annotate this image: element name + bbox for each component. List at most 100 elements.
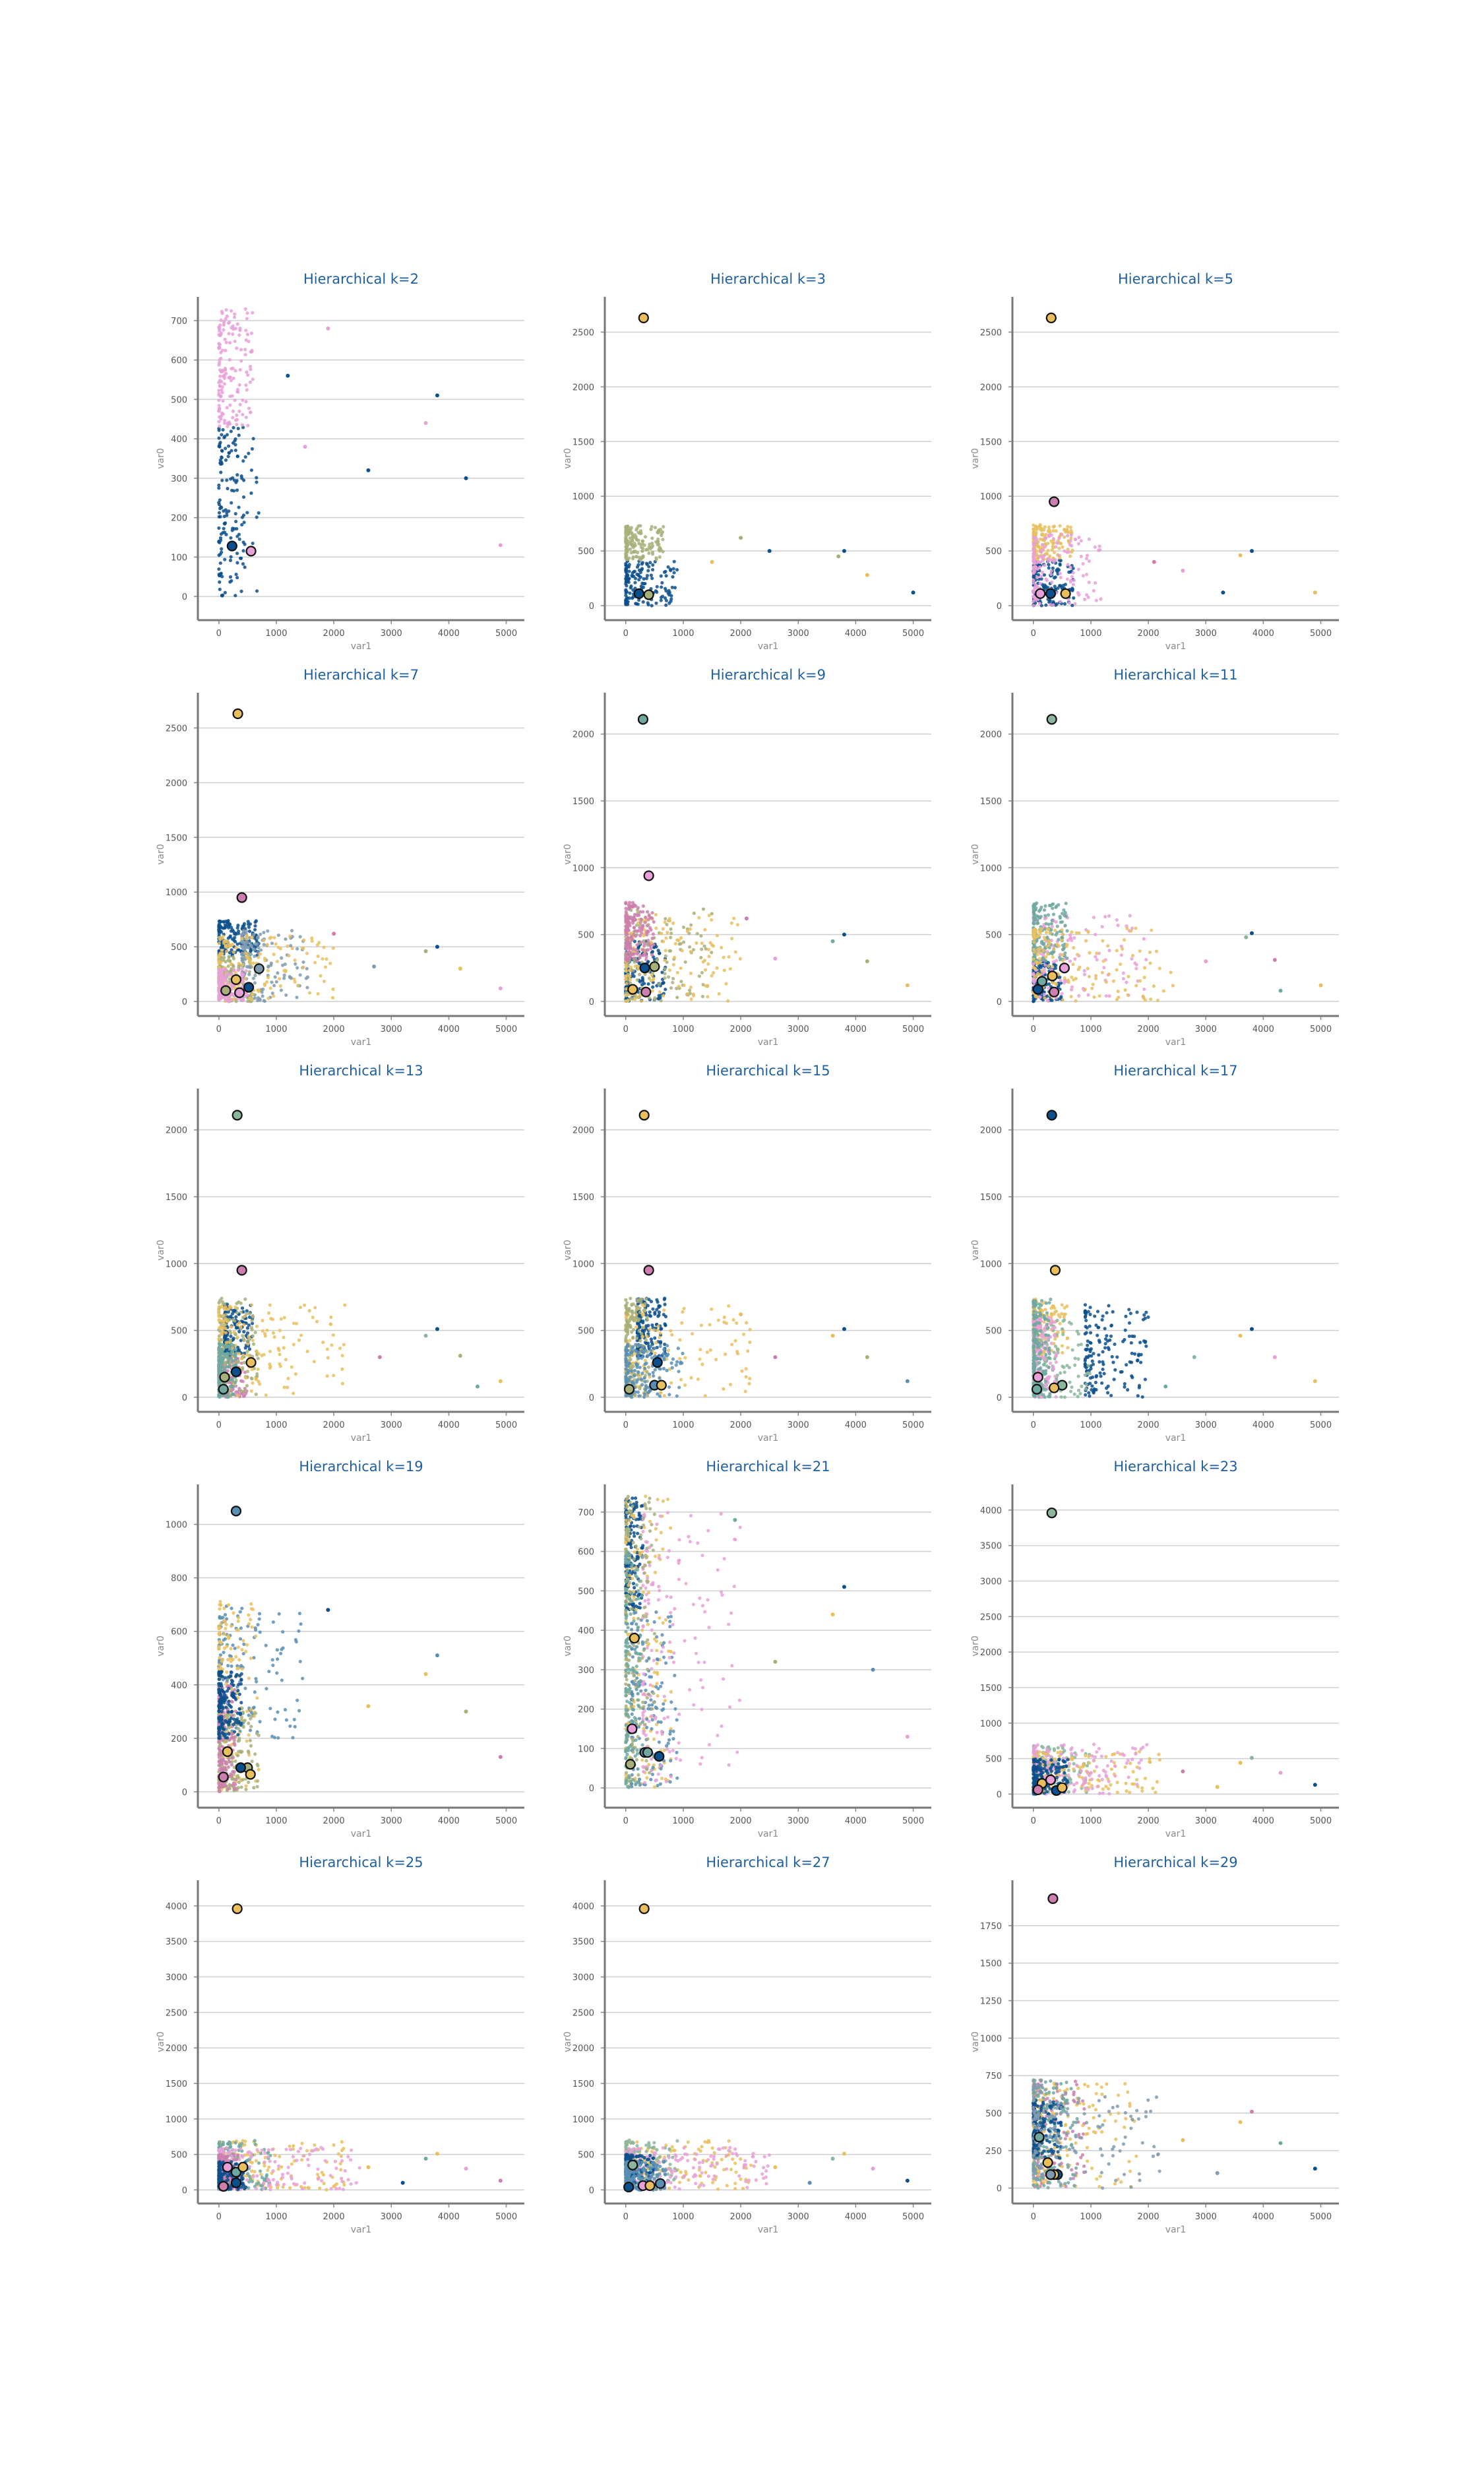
- y-axis-label: var0: [563, 844, 573, 865]
- cluster-point: [247, 1315, 251, 1319]
- x-tick-label: 5000: [495, 1420, 517, 1430]
- cluster-point: [228, 575, 233, 579]
- cluster-point: [237, 383, 241, 387]
- cluster-point: [1064, 901, 1068, 905]
- cluster-point: [228, 403, 232, 407]
- cluster-point: [630, 538, 634, 542]
- cluster-point: [224, 308, 228, 312]
- cluster-point: [1115, 968, 1119, 972]
- cluster-point: [641, 1319, 645, 1323]
- cluster-point: [624, 910, 628, 914]
- cluster-point: [664, 598, 669, 602]
- x-axis-label: var1: [351, 1433, 372, 1443]
- cluster-point: [625, 1334, 629, 1338]
- cluster-point: [627, 580, 631, 585]
- cluster-point: [263, 959, 267, 963]
- cluster-point: [633, 998, 637, 1001]
- cluster-point: [638, 910, 642, 914]
- y-axis-label: var0: [156, 844, 166, 865]
- cluster-point: [282, 1316, 286, 1319]
- cluster-point: [1044, 603, 1048, 607]
- cluster-point: [628, 547, 633, 551]
- cluster-point: [292, 1343, 295, 1347]
- cluster-point: [1070, 575, 1074, 579]
- cluster-point: [700, 1362, 704, 1366]
- cluster-point: [217, 953, 221, 957]
- cluster-point: [235, 561, 239, 565]
- cluster-point: [1138, 949, 1142, 953]
- cluster-point: [239, 971, 244, 975]
- x-tick-label: 4000: [1252, 629, 1274, 639]
- cluster-point: [1049, 951, 1053, 955]
- cluster-point: [1043, 937, 1047, 941]
- cluster-point: [1143, 998, 1147, 1002]
- cluster-point: [637, 913, 641, 917]
- cluster-point: [242, 1323, 246, 1327]
- cluster-point: [633, 1348, 637, 1352]
- y-tick-label: 2000: [980, 730, 1002, 740]
- cluster-point: [251, 1342, 256, 1346]
- cluster-point: [631, 574, 634, 579]
- cluster-point: [641, 904, 645, 908]
- cluster-point: [661, 927, 665, 931]
- cluster-point: [217, 567, 221, 571]
- cluster-point: [633, 918, 638, 922]
- x-tick-label: 4000: [845, 1025, 867, 1034]
- cluster-point: [639, 1343, 643, 1347]
- cluster-point: [640, 562, 644, 566]
- cluster-point: [250, 1327, 254, 1332]
- cluster-point: [700, 941, 704, 945]
- cluster-point: [644, 1338, 648, 1342]
- cluster-point: [247, 451, 251, 455]
- cluster-point: [735, 923, 740, 927]
- cluster-point: [630, 1350, 634, 1354]
- cluster-point: [640, 1331, 644, 1336]
- cluster-point: [1048, 558, 1052, 562]
- cluster-point: [663, 976, 667, 980]
- cluster-point: [689, 997, 693, 1001]
- cluster-point: [657, 1310, 662, 1314]
- cluster-point: [644, 1341, 648, 1345]
- cluster-point: [330, 1343, 334, 1347]
- cluster-point: [664, 954, 667, 958]
- cluster-center: [1036, 976, 1047, 987]
- cluster-point: [625, 915, 629, 919]
- cluster-point: [323, 965, 328, 969]
- cluster-point: [723, 1352, 727, 1356]
- cluster-center: [243, 982, 255, 993]
- cluster-point: [251, 541, 255, 546]
- cluster-point: [625, 541, 629, 545]
- cluster-point: [625, 920, 629, 924]
- cluster-point: [634, 1316, 638, 1319]
- cluster-point: [245, 370, 249, 374]
- y-tick-label: 500: [171, 1327, 187, 1337]
- cluster-point: [640, 926, 644, 930]
- cluster-point: [1037, 957, 1041, 961]
- cluster-point: [227, 955, 231, 959]
- cluster-point: [692, 994, 696, 998]
- cluster-point: [1063, 924, 1067, 928]
- cluster-point: [667, 968, 672, 972]
- cluster-point: [648, 561, 652, 565]
- cluster-point: [669, 599, 673, 603]
- cluster-point: [652, 920, 656, 924]
- y-axis-label: var0: [970, 448, 981, 469]
- cluster-point: [660, 932, 664, 936]
- cluster-point: [223, 373, 227, 377]
- cluster-point: [1072, 945, 1076, 950]
- outlier-point: [767, 549, 772, 554]
- cluster-point: [247, 406, 251, 410]
- x-tick-label: 0: [216, 1420, 222, 1430]
- cluster-point: [626, 1307, 631, 1311]
- y-tick-label: 0: [589, 1393, 594, 1403]
- x-tick-label: 5000: [495, 1025, 517, 1034]
- cluster-point: [701, 907, 706, 911]
- x-tick-label: 4000: [438, 629, 460, 639]
- cluster-point: [245, 1383, 249, 1388]
- cluster-point: [640, 1372, 644, 1376]
- cluster-point: [1076, 967, 1080, 972]
- cluster-point: [1095, 958, 1099, 962]
- cluster-point: [659, 1327, 663, 1331]
- y-tick-label: 500: [578, 547, 594, 557]
- cluster-point: [722, 968, 726, 972]
